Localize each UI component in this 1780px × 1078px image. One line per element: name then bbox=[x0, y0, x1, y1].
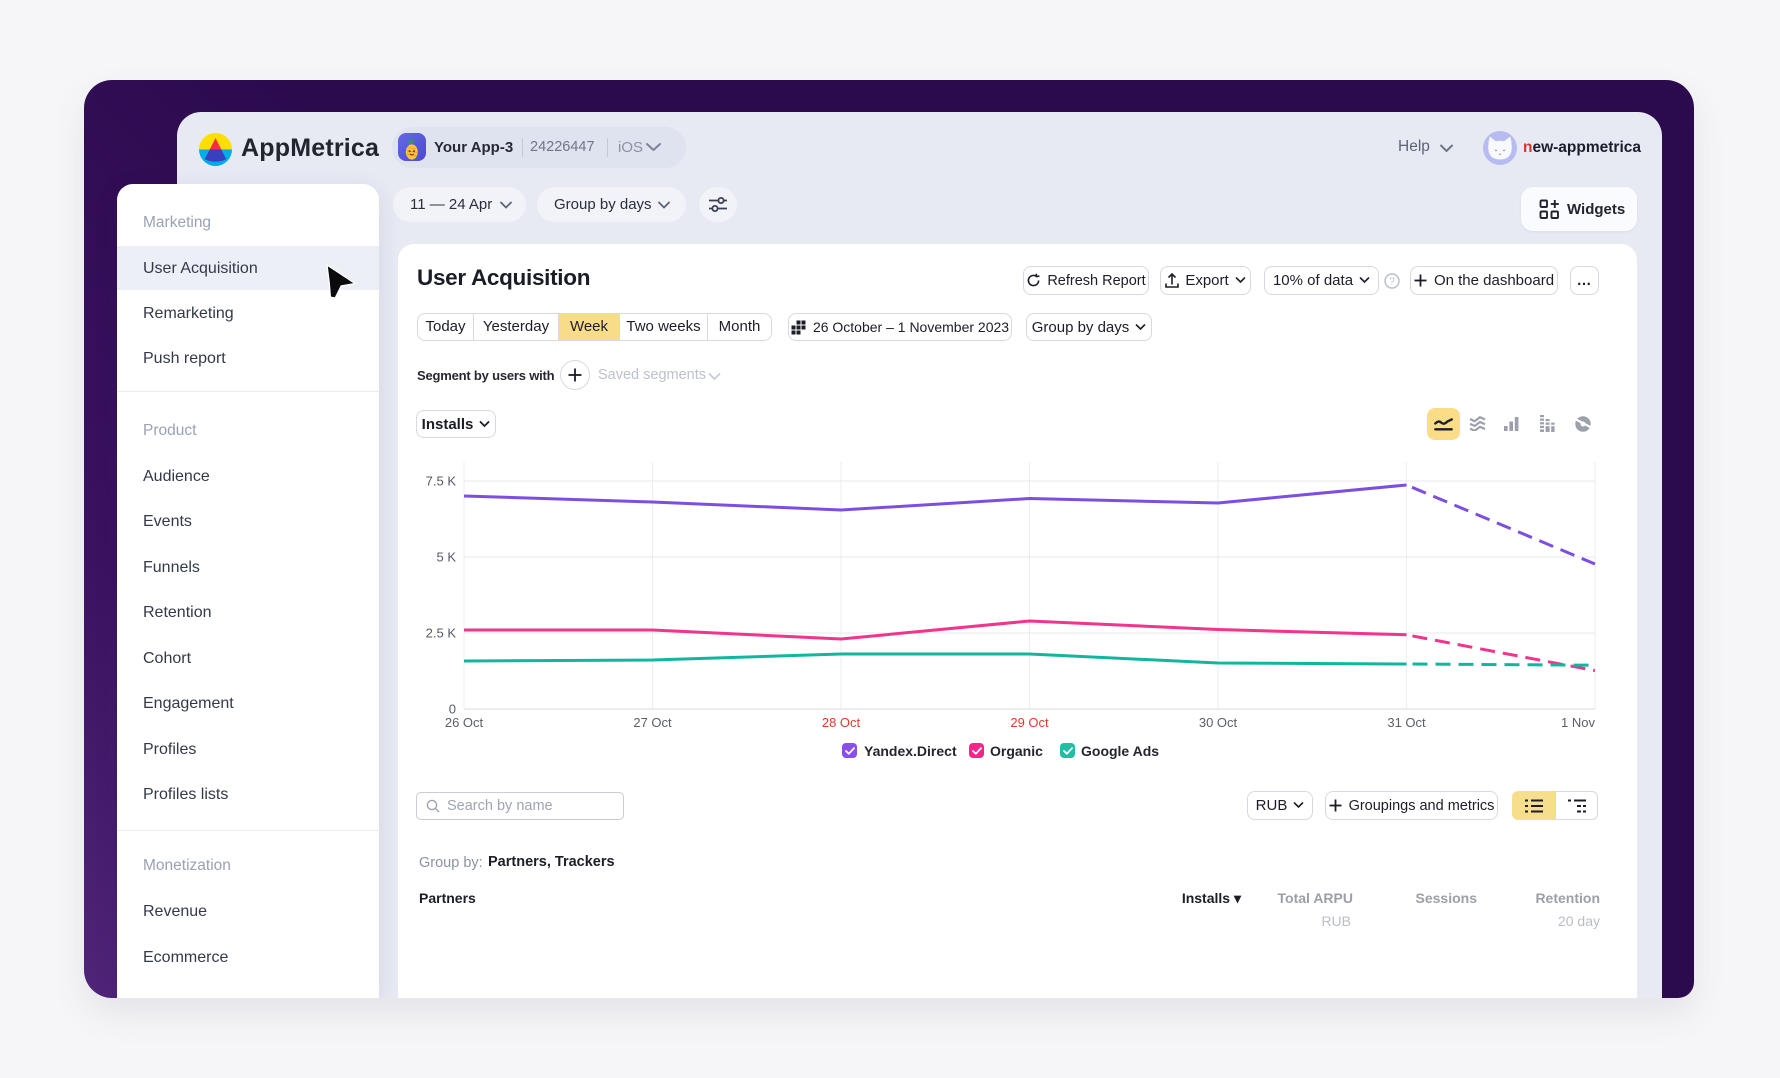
svg-text:7.5 K: 7.5 K bbox=[426, 474, 457, 489]
svg-text:?: ? bbox=[1389, 277, 1395, 288]
svg-text:27 Oct: 27 Oct bbox=[633, 715, 672, 730]
svg-text:31 Oct: 31 Oct bbox=[1387, 715, 1426, 730]
svg-text:26 Oct: 26 Oct bbox=[445, 715, 484, 730]
svg-text:30 Oct: 30 Oct bbox=[1199, 715, 1238, 730]
svg-text:5 K: 5 K bbox=[436, 550, 456, 565]
svg-text:29 Oct: 29 Oct bbox=[1010, 715, 1049, 730]
svg-text:1 Nov: 1 Nov bbox=[1561, 715, 1595, 730]
svg-text:28 Oct: 28 Oct bbox=[822, 715, 861, 730]
svg-text:2.5 K: 2.5 K bbox=[426, 626, 457, 641]
